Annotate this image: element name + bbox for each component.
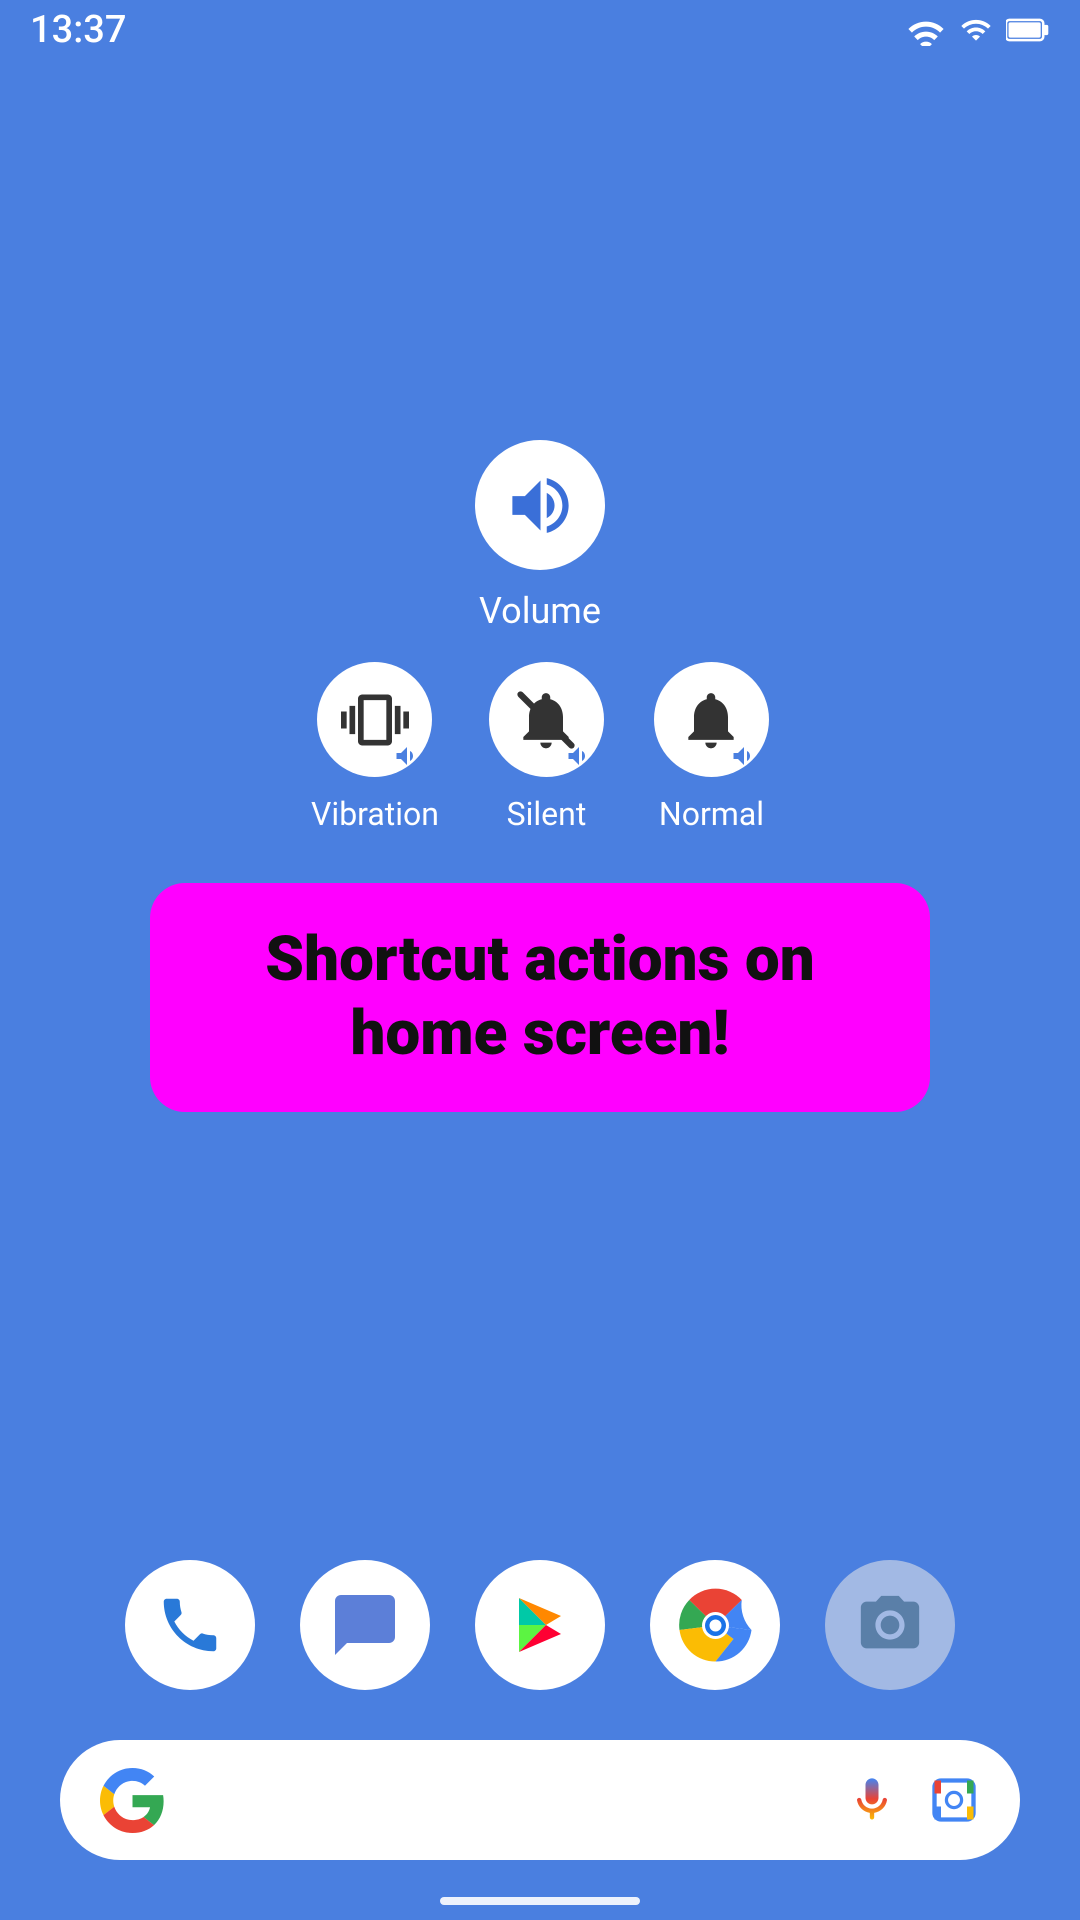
signal-icon [958,14,994,46]
vibration-icon-circle[interactable] [317,662,432,777]
vibration-label: Vibration [311,795,439,833]
status-time: 13:37 [30,8,126,52]
silent-icon [512,686,580,754]
volume-widget[interactable]: Volume [475,440,605,632]
camera-icon [855,1590,925,1660]
app-dock [0,1560,1080,1690]
wifi-icon [906,14,946,46]
volume-label: Volume [479,590,601,632]
play-app-icon[interactable] [475,1560,605,1690]
silent-label: Silent [507,795,587,833]
messages-app-icon[interactable] [300,1560,430,1690]
lens-icon[interactable] [928,1774,980,1826]
messages-icon [329,1589,401,1661]
microphone-icon[interactable] [846,1774,898,1826]
vibration-mode-item[interactable]: Vibration [311,662,439,833]
normal-label: Normal [659,795,764,833]
play-icon [504,1589,576,1661]
normal-icon-circle[interactable] [654,662,769,777]
volume-modes: Vibration Silent [311,662,769,833]
shortcut-banner: Shortcut actions on home screen! [150,883,930,1112]
normal-icon [677,686,745,754]
phone-icon [155,1590,225,1660]
camera-app-icon[interactable] [825,1560,955,1690]
search-bar-icons [846,1774,980,1826]
silent-mode-item[interactable]: Silent [489,662,604,833]
phone-app-icon[interactable] [125,1560,255,1690]
volume-main-icon[interactable] [475,440,605,570]
battery-icon [1006,14,1050,46]
volume-speaker-icon [503,468,578,543]
status-bar: 13:37 [0,0,1080,60]
vibration-icon [341,686,409,754]
search-bar[interactable] [60,1740,1020,1860]
chrome-app-icon[interactable] [650,1560,780,1690]
status-icons [906,14,1050,46]
chrome-icon [678,1588,753,1663]
shortcut-text: Shortcut actions on home screen! [265,923,814,1070]
google-g-logo [100,1768,165,1833]
home-indicator [440,1897,640,1905]
silent-icon-circle[interactable] [489,662,604,777]
normal-mode-item[interactable]: Normal [654,662,769,833]
